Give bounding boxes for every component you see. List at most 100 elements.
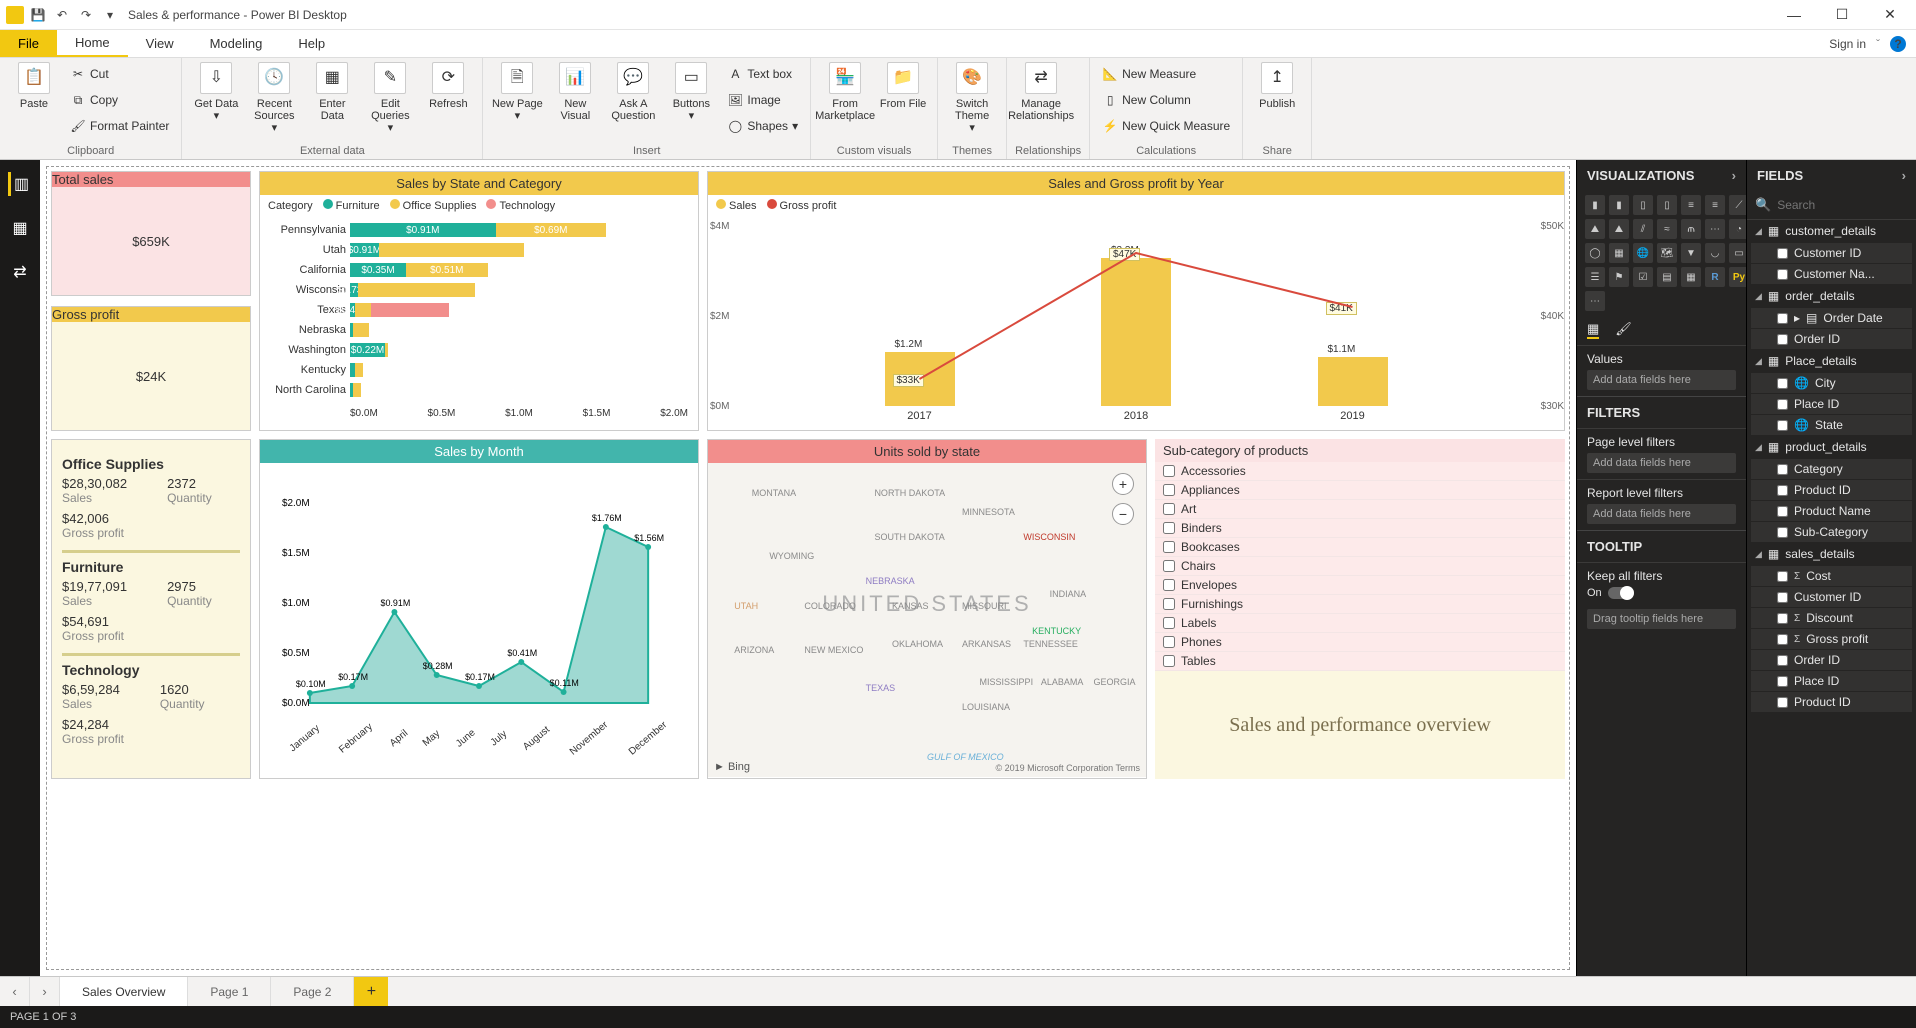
checkbox[interactable]	[1163, 598, 1175, 610]
viz-treemap-icon[interactable]: ▦	[1609, 243, 1629, 263]
publish-button[interactable]: ↥Publish	[1251, 62, 1303, 110]
viz-sales-by-state[interactable]: Sales by State and Category Category Fur…	[259, 171, 699, 431]
table-header[interactable]: ◢▦order_details	[1747, 285, 1916, 307]
tab-file[interactable]: File	[0, 30, 57, 57]
viz-sales-by-month[interactable]: Sales by Month $0.0M$0.5M$1.0M$1.5M$2.0M…	[259, 439, 699, 779]
paste-button[interactable]: 📋Paste	[8, 62, 60, 110]
ask-question-button[interactable]: 💬Ask A Question	[607, 62, 659, 122]
slicer-item[interactable]: Art	[1155, 500, 1565, 519]
tooltip-dropzone[interactable]: Drag tooltip fields here	[1587, 609, 1736, 629]
new-measure-button[interactable]: 📐New Measure	[1098, 62, 1234, 86]
chevron-right-icon[interactable]: ›	[1902, 168, 1906, 183]
viz-clustered-column-icon[interactable]: ▯	[1657, 195, 1677, 215]
viz-scatter-icon[interactable]: ⋯	[1705, 219, 1725, 239]
copy-button[interactable]: ⧉Copy	[66, 88, 173, 112]
viz-combo-icon[interactable]: ⫽	[1633, 219, 1653, 239]
viz-funnel-icon[interactable]: ▼	[1681, 243, 1701, 263]
table-header[interactable]: ◢▦Place_details	[1747, 350, 1916, 372]
undo-icon[interactable]: ↶	[52, 5, 72, 25]
fields-tab-icon[interactable]: ▦	[1587, 321, 1599, 339]
checkbox[interactable]	[1163, 465, 1175, 477]
checkbox[interactable]	[1163, 617, 1175, 629]
tab-help[interactable]: Help	[280, 30, 343, 57]
map-terms[interactable]: © 2019 Microsoft Corporation Terms	[995, 763, 1140, 773]
page-next-icon[interactable]: ›	[30, 977, 60, 1006]
field-checkbox[interactable]	[1777, 313, 1788, 324]
checkbox[interactable]	[1163, 541, 1175, 553]
viz-r-icon[interactable]: R	[1705, 267, 1725, 287]
field-item[interactable]: Category	[1751, 459, 1912, 479]
field-item[interactable]: Product ID	[1751, 480, 1912, 500]
viz-area-icon[interactable]: ⛰	[1585, 219, 1605, 239]
recent-sources-button[interactable]: 🕓Recent Sources▾	[248, 62, 300, 134]
field-checkbox[interactable]	[1777, 334, 1788, 345]
add-page-button[interactable]: +	[354, 977, 388, 1006]
kpi-total-sales[interactable]: Total sales $659K	[51, 171, 251, 296]
field-item[interactable]: Product Name	[1751, 501, 1912, 521]
edit-queries-button[interactable]: ✎Edit Queries▾	[364, 62, 416, 134]
table-header[interactable]: ◢▦product_details	[1747, 436, 1916, 458]
field-checkbox[interactable]	[1777, 634, 1788, 645]
minimize-icon[interactable]: —	[1774, 3, 1814, 27]
from-file-button[interactable]: 📁From File	[877, 62, 929, 110]
slicer-item[interactable]: Bookcases	[1155, 538, 1565, 557]
tab-view[interactable]: View	[128, 30, 192, 57]
get-data-button[interactable]: ⇩Get Data▾	[190, 62, 242, 122]
viz-more-icon[interactable]: ⋯	[1585, 291, 1605, 311]
field-checkbox[interactable]	[1777, 506, 1788, 517]
checkbox[interactable]	[1163, 560, 1175, 572]
slicer-item[interactable]: Appliances	[1155, 481, 1565, 500]
viz-stacked-column-icon[interactable]: ▯	[1633, 195, 1653, 215]
viz-multirow-card[interactable]: Office Supplies $28,30,082Sales2372Quant…	[51, 439, 251, 779]
format-tab-icon[interactable]: 🖌	[1615, 321, 1632, 339]
field-checkbox[interactable]	[1777, 655, 1788, 666]
cut-button[interactable]: ✂Cut	[66, 62, 173, 86]
field-checkbox[interactable]	[1777, 527, 1788, 538]
slicer-item[interactable]: Binders	[1155, 519, 1565, 538]
viz-table-icon[interactable]: ▤	[1657, 267, 1677, 287]
format-painter-button[interactable]: 🖌Format Painter	[66, 114, 173, 138]
page-tab-3[interactable]: Page 2	[271, 977, 354, 1006]
shapes-button[interactable]: ◯Shapes ▾	[723, 114, 802, 138]
checkbox[interactable]	[1163, 636, 1175, 648]
signin-link[interactable]: Sign in	[1829, 37, 1866, 51]
viz-slicer-icon[interactable]: ☑	[1633, 267, 1653, 287]
viz-100stacked-bar-icon[interactable]: ≡	[1681, 195, 1701, 215]
viz-kpi-icon[interactable]: ⚑	[1609, 267, 1629, 287]
save-icon[interactable]: 💾	[28, 5, 48, 25]
field-item[interactable]: 🌐City	[1751, 373, 1912, 393]
slicer-list[interactable]: AccessoriesAppliancesArtBindersBookcases…	[1155, 462, 1565, 671]
redo-icon[interactable]: ↷	[76, 5, 96, 25]
viz-clustered-bar-icon[interactable]: ▮	[1609, 195, 1629, 215]
field-checkbox[interactable]	[1777, 571, 1788, 582]
field-item[interactable]: Product ID	[1751, 692, 1912, 712]
tab-home[interactable]: Home	[57, 30, 128, 57]
field-item[interactable]: Order ID	[1751, 329, 1912, 349]
search-input[interactable]	[1777, 198, 1916, 212]
field-checkbox[interactable]	[1777, 592, 1788, 603]
field-checkbox[interactable]	[1777, 420, 1788, 431]
page-tab-2[interactable]: Page 1	[188, 977, 271, 1006]
keep-filters-toggle[interactable]: On	[1587, 587, 1736, 599]
enter-data-button[interactable]: ▦Enter Data	[306, 62, 358, 122]
manage-relationships-button[interactable]: ⇄Manage Relationships	[1015, 62, 1067, 122]
field-item[interactable]: Place ID	[1751, 671, 1912, 691]
field-item[interactable]: Order ID	[1751, 650, 1912, 670]
checkbox[interactable]	[1163, 522, 1175, 534]
zoom-in-icon[interactable]: +	[1112, 473, 1134, 495]
report-view-icon[interactable]: ▥	[8, 172, 32, 196]
field-checkbox[interactable]	[1777, 378, 1788, 389]
viz-matrix-icon[interactable]: ▦	[1681, 267, 1701, 287]
buttons-button[interactable]: ▭Buttons▾	[665, 62, 717, 122]
viz-stacked-bar-icon[interactable]: ▮	[1585, 195, 1605, 215]
help-icon[interactable]: ?	[1890, 36, 1906, 52]
field-checkbox[interactable]	[1777, 464, 1788, 475]
slicer-item[interactable]: Labels	[1155, 614, 1565, 633]
field-item[interactable]: ▸▤Order Date	[1751, 308, 1912, 328]
checkbox[interactable]	[1163, 503, 1175, 515]
close-icon[interactable]: ✕	[1870, 3, 1910, 27]
values-dropzone[interactable]: Add data fields here	[1587, 370, 1736, 390]
table-header[interactable]: ◢▦sales_details	[1747, 543, 1916, 565]
field-checkbox[interactable]	[1777, 697, 1788, 708]
viz-map-icon[interactable]: 🌐	[1633, 243, 1653, 263]
